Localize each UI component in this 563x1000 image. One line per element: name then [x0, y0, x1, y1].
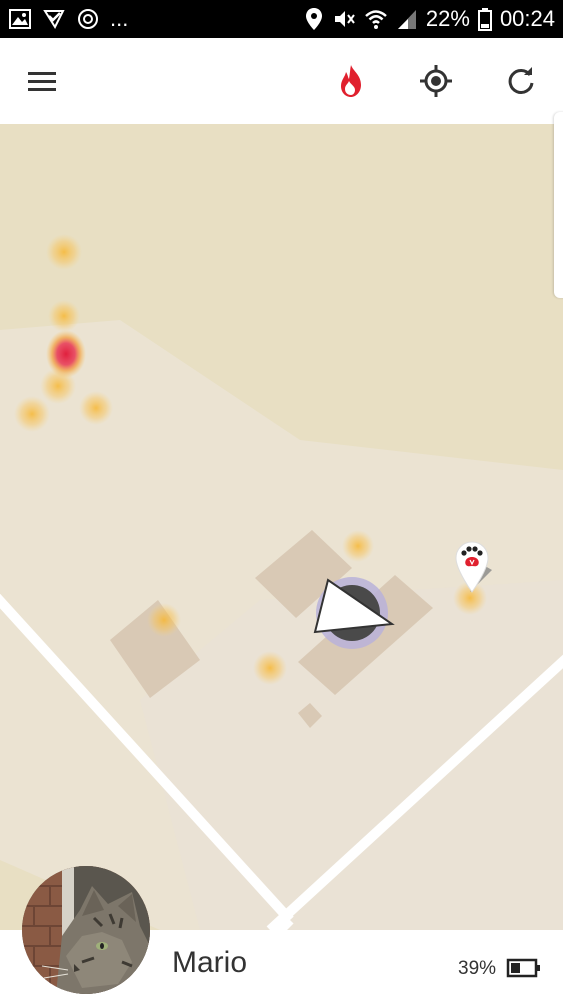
- locate-button[interactable]: [412, 57, 460, 105]
- status-right-icons: 22% 00:24: [304, 6, 555, 32]
- refresh-icon: [508, 67, 534, 94]
- app-bar: [0, 38, 563, 124]
- cat-avatar[interactable]: [22, 866, 150, 994]
- map-drawer-handle[interactable]: [554, 112, 563, 298]
- heatmap-toggle-button[interactable]: [327, 57, 375, 105]
- location-pin-icon: [305, 8, 322, 30]
- status-battery-percent: 22%: [425, 6, 470, 31]
- wifi-icon: [365, 10, 387, 29]
- status-overflow: ...: [110, 6, 129, 31]
- menu-button[interactable]: [18, 57, 66, 105]
- signal-icon: [397, 10, 416, 29]
- status-left-icons: ...: [8, 6, 128, 32]
- cat-avatar-image: [22, 866, 150, 994]
- tracker-battery-percent: 39%: [458, 958, 497, 979]
- pet-name[interactable]: Mario: [172, 946, 247, 980]
- map-canvas: [0, 124, 563, 930]
- sync-icon: [78, 9, 98, 29]
- mute-icon: [334, 11, 355, 27]
- battery-low-icon: [506, 958, 540, 978]
- menu-icon: [28, 72, 56, 91]
- locate-icon: [420, 65, 452, 97]
- heatmap-flame-icon: [341, 65, 361, 97]
- status-bar: ... 22% 00:24: [0, 0, 563, 38]
- battery-icon: [477, 8, 492, 31]
- gallery-icon: [9, 9, 31, 29]
- check-download-icon: [43, 10, 65, 30]
- status-time: 00:24: [499, 6, 555, 31]
- map-view[interactable]: [0, 124, 563, 930]
- refresh-button[interactable]: [497, 57, 545, 105]
